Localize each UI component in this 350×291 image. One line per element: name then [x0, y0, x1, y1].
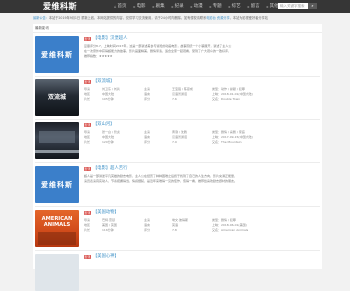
poster-figures [38, 232, 76, 245]
notice-label: 最新公告: [33, 16, 47, 20]
item-title[interactable]: 【电影】汉堡超人 [93, 36, 127, 42]
meta-row: 片长 120分钟 评分 7.9 又名：The Mountain [84, 140, 242, 144]
nav-item-series[interactable]: ▸ 剧集 [153, 0, 165, 13]
category-badge: 影讯 [84, 123, 91, 127]
nav-label: 首页 [117, 4, 127, 9]
nav-label: 综艺 [231, 4, 241, 9]
divider [35, 250, 320, 251]
category-badge: 影讯 [84, 255, 91, 259]
poster-figures [39, 131, 75, 143]
item-meta: 导演 刘卫东 / 刘兵 主演 王宝强 / 陈思成 类型：动作 / 悬疑 / 犯罪 地区中… [84, 87, 313, 102]
divider [35, 206, 320, 207]
nav-item-movie[interactable]: ▸ 电影 [134, 0, 146, 13]
category-badge: 影讯 [84, 211, 91, 215]
item-thumbnail[interactable]: AMERICAN ANIMALS [35, 210, 79, 247]
notice-link[interactable]: 电影台 资源分享 [206, 16, 229, 20]
star-icon: ▸ [190, 4, 193, 9]
more-icon: ▸ [266, 4, 269, 9]
item-title[interactable]: 【双流城】 [93, 79, 114, 85]
meta-row: 片长 105分钟 评分 7.6 又名：Double Town [84, 97, 241, 101]
description-line: 推荐指数：★★★★★ [84, 54, 113, 58]
item-title[interactable]: 【美国动物】 [93, 210, 119, 216]
film-icon: ▸ [171, 4, 174, 9]
item-title[interactable]: 【双山河】 [93, 122, 114, 128]
top-navbar: 爱维科斯 ⌂ 首页 ▸ 电影 ▸ 剧集 ▸ 纪录 ▸ 动漫 ▸ 专题 ▸ 综艺 ▸ 留言 ▸ 其他… [0, 0, 350, 13]
poster-title: 双流城 [47, 94, 66, 101]
main-nav: ⌂ 首页 ▸ 电影 ▸ 剧集 ▸ 纪录 ▸ 动漫 ▸ 专题 ▸ 综艺 ▸ 留言 ▸ 其他 [114, 0, 279, 13]
item-thumbnail[interactable]: 双流城 [35, 79, 79, 116]
divider [33, 32, 322, 33]
nav-item-documentary[interactable]: ▸ 纪录 [172, 0, 184, 13]
category-badge: 影讯 [84, 80, 91, 84]
category-badge: 影讯 [84, 167, 91, 171]
poster-title: AMERICAN ANIMALS [41, 216, 73, 228]
nav-item-guestbook[interactable]: ▸ 留言 [248, 0, 260, 13]
nav-label: 电影 [136, 4, 146, 9]
nav-item-variety[interactable]: ▸ 综艺 [229, 0, 241, 13]
item-title[interactable]: 【美国心神】 [93, 254, 119, 260]
home-icon: ⌂ [114, 4, 117, 9]
item-meta: 导演 张一白 / 管虎 主演 黄渤 / 沈腾 类型：剧情 / 喜剧 / 家庭 地区 中国大… [84, 130, 313, 145]
tv-icon: ▸ [152, 4, 155, 9]
item-thumbnail[interactable]: 爱维科斯 [35, 36, 79, 73]
poster-caption [35, 150, 79, 153]
item-thumbnail[interactable] [35, 122, 79, 159]
nav-item-other[interactable]: ▸ 其他 [267, 0, 279, 13]
description-line: 演员表演真实动人，节奏把握得当，情感细腻，是近年来难得一见的佳作，值得一看，推荐… [84, 179, 238, 183]
nav-label: 留言 [250, 4, 260, 9]
nav-label: 专题 [212, 4, 222, 9]
item-description: 超人是一部讲述平凡英雄的励志电影，主人公在经历了种种困难之后终于找到了自己的人生… [84, 174, 313, 184]
search-input[interactable]: 输入关键字搜索 [278, 3, 308, 9]
panel-title: 最新影讯 [35, 26, 49, 30]
item-title[interactable]: 【电影】超人苦行 [93, 166, 127, 172]
mic-icon: ▸ [228, 4, 231, 9]
nav-item-home[interactable]: ⌂ 首页 [114, 0, 127, 13]
news-panel: 最新影讯 爱维科斯 影讯 【电影】汉堡超人 豆瓣评分8.7，上映时间2017年，… [33, 24, 322, 291]
thumbnail-text: 爱维科斯 [41, 50, 73, 59]
item-meta: 导演 巴特·雷顿 主演 埃文·彼得斯 类型：剧情 / 犯罪 地区 美国 / 英国 语言 英语上… [84, 218, 313, 233]
divider [35, 119, 320, 120]
site-logo[interactable]: 爱维科斯 [43, 1, 77, 12]
movie-icon: ▸ [133, 4, 136, 9]
item-thumbnail[interactable]: 爱维科斯 [35, 166, 79, 203]
search-button[interactable]: ⌕ [308, 3, 317, 9]
list-icon: ▸ [209, 4, 212, 9]
nav-label: 纪录 [174, 4, 184, 9]
notice-text: 本站于2019年9月1日 重新上线，本网站提供的内容，仅供学习交流使用，请于24… [48, 16, 207, 20]
message-icon: ▸ [247, 4, 250, 9]
notice-bar: 最新公告: 本站于2019年9月1日 重新上线，本网站提供的内容，仅供学习交流使用… [33, 15, 323, 21]
category-badge: 影讯 [84, 37, 91, 41]
nav-label: 动漫 [193, 4, 203, 9]
nav-label: 剧集 [155, 4, 165, 9]
nav-item-anime[interactable]: ▸ 动漫 [191, 0, 203, 13]
nav-item-topic[interactable]: ▸ 专题 [210, 0, 222, 13]
item-thumbnail[interactable] [35, 254, 79, 291]
notice-tail: ，本站为影视爱好者分享站 [229, 16, 268, 20]
meta-row: 片长 116分钟 评分 7.8 又名：American Animals [84, 228, 249, 232]
divider [35, 162, 320, 163]
divider [35, 76, 320, 77]
thumbnail-text: 爱维科斯 [41, 180, 73, 189]
search-icon: ⌕ [311, 3, 314, 8]
item-description: 豆瓣评分8.7，上映时间2017年，这是一部讲述美食与冒险的动画电影，故事围绕一… [84, 44, 313, 59]
